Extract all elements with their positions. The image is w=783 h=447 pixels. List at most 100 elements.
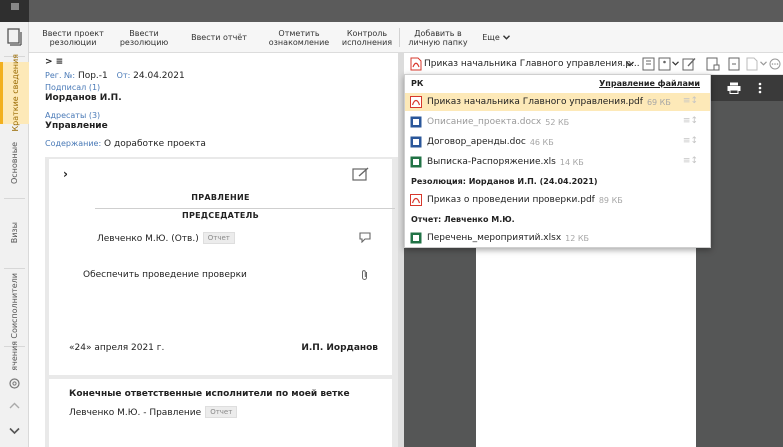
chevron-down-icon[interactable] [760, 61, 767, 66]
file-size: 89 КБ [598, 195, 623, 205]
tab-visas[interactable]: Визы [0, 202, 29, 264]
more-options-icon[interactable] [769, 58, 781, 70]
chevron-down-icon[interactable] [672, 61, 679, 66]
final-executor-name[interactable]: Левченко М.Ю. - Правление [69, 408, 201, 418]
resolution-title: ПРАВЛЕНИЕ [191, 193, 250, 202]
chevron-down-icon[interactable] [8, 424, 21, 437]
excel-file-icon [410, 156, 422, 168]
file-size: 69 КБ [646, 97, 671, 107]
file-size: 12 КБ [565, 233, 590, 243]
file-size: 46 КБ [529, 137, 554, 147]
pdf-file-icon [410, 194, 422, 206]
addressees-label[interactable]: Адресаты (3) [45, 111, 100, 120]
edit-resolution-icon[interactable] [352, 167, 370, 182]
date-value: 24.04.2021 [133, 71, 185, 81]
drag-handle-icon[interactable]: ≡↕ [683, 96, 698, 106]
file-name: Договор_аренды.doc [427, 137, 526, 147]
kebab-menu-icon[interactable] [758, 82, 762, 94]
pdf-file-icon [410, 57, 422, 71]
tab-coexecutors[interactable]: Соисполнители [0, 270, 29, 342]
resolution-section-title: Резолюция: Иорданов И.П. (24.04.2021) [411, 177, 598, 186]
edit-file-icon[interactable] [682, 57, 696, 71]
tab-main[interactable]: Основные [0, 132, 29, 194]
file-size: 14 КБ [559, 157, 584, 167]
manage-files-link[interactable]: Управление файлами [599, 79, 700, 88]
button-label: Еще [482, 33, 500, 42]
breadcrumb[interactable]: > ≡ [45, 57, 63, 67]
app-corner [0, 0, 29, 22]
task-text: Обеспечить проведение проверки [83, 270, 247, 280]
tab-label: ячения [9, 341, 19, 371]
rk-section-title: РК [411, 79, 424, 88]
current-file-select[interactable]: Приказ начальника Главного управления.р.… [424, 59, 640, 69]
attachment-icon[interactable] [361, 269, 369, 281]
chevron-down-icon[interactable] [626, 61, 634, 67]
file-item[interactable]: Приказ начальника Главного управления.pd… [405, 93, 710, 111]
tab-label: Основные [9, 141, 19, 184]
file-name: Перечень_мероприятий.xlsx [427, 233, 562, 243]
button-label: Контроль исполнения [341, 28, 393, 47]
download-file-icon[interactable] [706, 57, 720, 71]
mark-acquaintance-button[interactable]: Отметить ознакомление [263, 25, 335, 50]
content-label: Содержание: [45, 139, 102, 148]
enter-draft-resolution-button[interactable]: Ввести проект резолюции [37, 25, 109, 50]
window-top-strip [0, 0, 783, 22]
expand-arrow[interactable]: › [63, 167, 68, 181]
resolution-subtitle: ПРЕДСЕДАТЕЛЬ [181, 211, 260, 220]
file-name: Приказ начальника Главного управления.pd… [427, 97, 643, 107]
button-label: Ввести отчёт [191, 33, 247, 42]
resolution-date: «24» апреля 2021 г. [69, 343, 165, 353]
file-item[interactable]: Приказ о проведении проверки.pdf 89 КБ [405, 191, 710, 209]
tab-other[interactable]: ячения [0, 340, 29, 372]
reg-value: Пор.-1 [77, 71, 108, 81]
signed-value: Иорданов И.П. [45, 93, 122, 103]
drag-handle-icon[interactable]: ≡↕ [683, 136, 698, 146]
enter-report-button[interactable]: Ввести отчёт [179, 25, 259, 50]
caret-down-icon [502, 35, 510, 40]
word-file-icon [410, 116, 422, 128]
signed-label[interactable]: Подписал (1) [45, 83, 100, 92]
document-card-panel: > ≡ Рег. №: Пор.-1 От: 24.04.2021 Подпис… [29, 53, 398, 447]
file-size: 52 КБ [545, 117, 570, 127]
compare-file-icon[interactable] [728, 57, 740, 71]
date-label: От: [116, 71, 131, 80]
resolution-card: › ПРАВЛЕНИЕ ПРЕДСЕДАТЕЛЬ Левченко М.Ю. (… [49, 159, 395, 375]
file-properties-icon[interactable] [642, 57, 655, 71]
final-executor-line: Левченко М.Ю. - Правление Отчет [69, 406, 238, 418]
settings-icon[interactable] [8, 377, 21, 390]
file-name: Описание_проекта.docx [427, 117, 542, 127]
dropdown-header: РК Управление файлами [405, 75, 710, 92]
report-badge[interactable]: Отчет [202, 232, 235, 244]
button-label: Ввести проект резолюции [42, 28, 104, 47]
executor-name[interactable]: Левченко М.Ю. (Отв.) [97, 234, 199, 244]
content-value: О доработке проекта [104, 139, 206, 149]
tab-label: Краткие сведения [11, 54, 20, 132]
file-item[interactable]: Выписка-Распоряжение.xls 14 КБ ≡↕ [405, 153, 710, 171]
print-icon[interactable] [727, 82, 741, 94]
enter-resolution-button[interactable]: Ввести резолюцию [113, 25, 175, 50]
final-executors-card: Конечные ответственные исполнители по мо… [49, 379, 392, 447]
drag-handle-icon[interactable]: ≡↕ [683, 156, 698, 166]
file-item[interactable]: Описание_проекта.docx 52 КБ ≡↕ [405, 113, 710, 131]
more-button[interactable]: Еще [473, 25, 519, 50]
file-item[interactable]: Договор_аренды.doc 46 КБ ≡↕ [405, 133, 710, 151]
execution-control-button[interactable]: Контроль исполнения [339, 25, 395, 50]
add-to-personal-folder-button[interactable]: Добавить в личную папку [407, 25, 469, 50]
reg-label: Рег. №: [45, 71, 76, 80]
document-card-icon[interactable] [7, 28, 22, 46]
addressees-value: Управление [45, 121, 108, 131]
new-file-icon[interactable] [746, 57, 758, 71]
drag-handle-icon[interactable]: ≡↕ [683, 116, 698, 126]
file-item[interactable]: Перечень_мероприятий.xlsx 12 КБ [405, 229, 710, 247]
final-executors-title: Конечные ответственные исполнители по мо… [69, 389, 350, 399]
file-info-icon[interactable] [658, 57, 671, 71]
tab-brief-info[interactable]: Краткие сведения [0, 54, 29, 132]
excel-file-icon [410, 232, 422, 244]
tab-label: Соисполнители [9, 273, 19, 339]
file-viewer-toolbar: Приказ начальника Главного управления.р.… [404, 53, 783, 75]
report-badge[interactable]: Отчет [205, 406, 238, 418]
comment-icon[interactable] [359, 232, 371, 243]
button-label: Добавить в личную папку [408, 28, 468, 47]
button-label: Ввести резолюцию [119, 28, 169, 47]
chevron-up-icon[interactable] [8, 399, 21, 412]
